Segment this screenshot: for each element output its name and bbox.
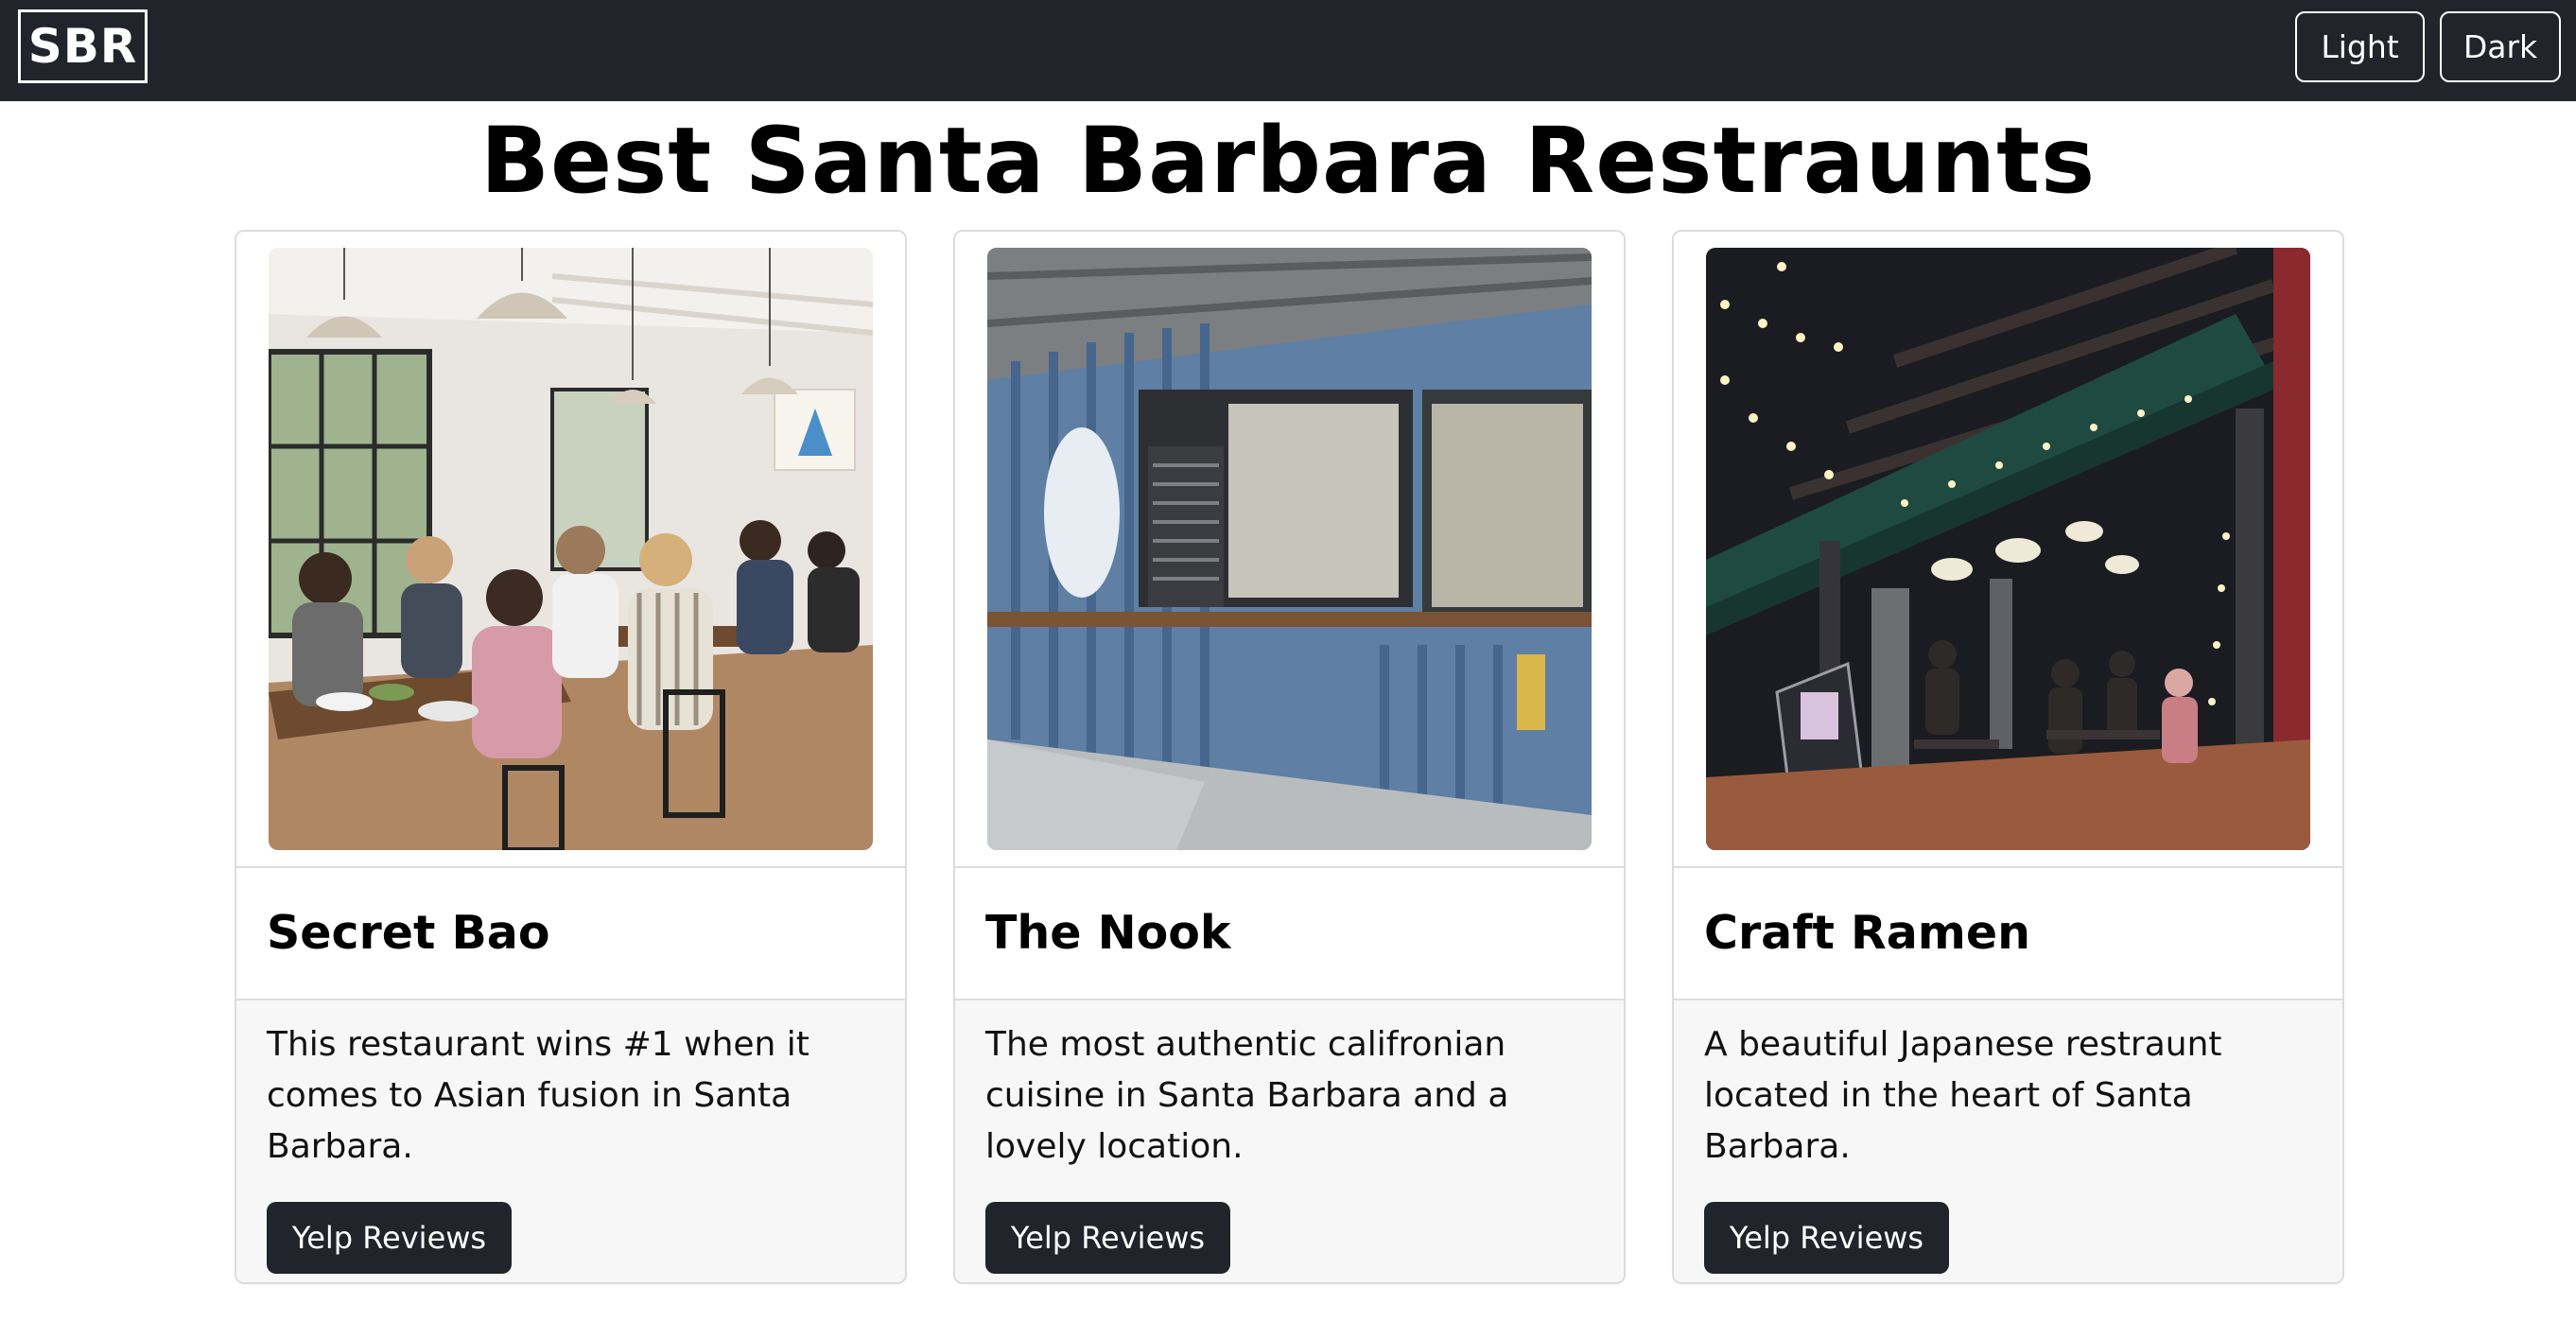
yelp-reviews-button[interactable]: Yelp Reviews — [985, 1202, 1230, 1274]
dark-theme-button[interactable]: Dark — [2440, 11, 2561, 82]
restaurant-description: The most authentic califronian cuisine i… — [985, 1025, 1509, 1166]
card-image-container — [955, 232, 1624, 868]
restaurant-card-craft-ramen: Craft Ramen A beautiful Japanese restrau… — [1672, 230, 2344, 1284]
card-body: The most authentic califronian cuisine i… — [955, 1000, 1624, 1282]
restaurant-name: The Nook — [985, 906, 1231, 960]
yelp-reviews-button[interactable]: Yelp Reviews — [1704, 1202, 1949, 1274]
page: SBR Light Dark Best Santa Barbara Restra… — [0, 0, 2576, 1339]
light-theme-button[interactable]: Light — [2295, 11, 2425, 82]
restaurant-description: A beautiful Japanese restraunt located i… — [1704, 1025, 2222, 1166]
restaurant-name: Secret Bao — [267, 906, 550, 960]
restaurant-card-secret-bao: Secret Bao This restaurant wins #1 when … — [235, 230, 907, 1284]
navbar: SBR Light Dark — [0, 0, 2576, 101]
restaurant-photo-the-nook — [987, 248, 1592, 850]
card-header: Secret Bao — [236, 868, 905, 1000]
card-body: This restaurant wins #1 when it comes to… — [236, 1000, 905, 1282]
restaurant-description: This restaurant wins #1 when it comes to… — [267, 1025, 809, 1166]
restaurant-name: Craft Ramen — [1704, 906, 2030, 960]
card-image-container — [1674, 232, 2342, 868]
restaurant-card-the-nook: The Nook The most authentic califronian … — [953, 230, 1626, 1284]
yelp-reviews-button[interactable]: Yelp Reviews — [267, 1202, 512, 1274]
card-image-container — [236, 232, 905, 868]
restaurant-photo-secret-bao — [269, 248, 873, 850]
restaurant-photo-craft-ramen — [1706, 248, 2310, 850]
page-title: Best Santa Barbara Restraunts — [479, 108, 2097, 214]
brand-logo[interactable]: SBR — [18, 9, 148, 83]
card-header: The Nook — [955, 868, 1624, 1000]
card-body: A beautiful Japanese restraunt located i… — [1674, 1000, 2342, 1282]
card-header: Craft Ramen — [1674, 868, 2342, 1000]
